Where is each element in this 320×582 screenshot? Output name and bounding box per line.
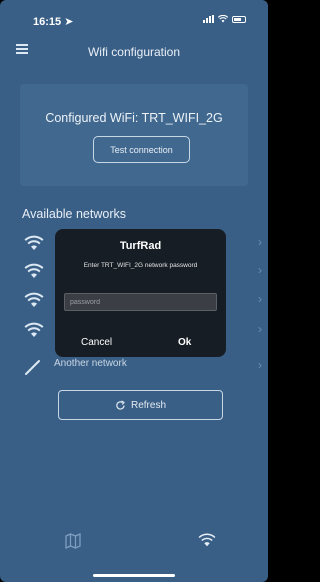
test-connection-button[interactable]: Test connection — [93, 136, 190, 163]
another-network-label: Another network — [54, 358, 127, 369]
header: Wifi configuration — [0, 40, 268, 62]
another-network-row[interactable]: Another network › — [0, 358, 268, 388]
home-indicator — [93, 574, 175, 577]
location-arrow-icon: ➤ — [64, 16, 74, 28]
wifi-status-icon — [218, 15, 228, 23]
configured-wifi-text: Configured WiFi: TRT_WIFI_2G — [45, 111, 223, 125]
ok-button[interactable]: Ok — [178, 337, 191, 348]
chevron-right-icon: › — [258, 358, 262, 372]
bottom-nav — [0, 528, 268, 558]
status-bar: 16:15 ➤ — [0, 0, 268, 34]
cancel-button[interactable]: Cancel — [81, 337, 112, 348]
chevron-right-icon: › — [258, 235, 262, 249]
chevron-right-icon: › — [258, 292, 262, 306]
wifi-nav-icon[interactable] — [198, 532, 216, 548]
configured-wifi-card: Configured WiFi: TRT_WIFI_2G — [20, 84, 248, 186]
chevron-right-icon: › — [258, 322, 262, 336]
signal-icon — [203, 15, 214, 23]
available-networks-title: Available networks — [22, 207, 126, 221]
chevron-right-icon: › — [258, 263, 262, 277]
dialog-title: TurfRad — [119, 240, 162, 252]
page-title: Wifi configuration — [87, 45, 181, 59]
dialog-message: Enter TRT_WIFI_2G network password — [83, 262, 198, 269]
wifi-icon — [24, 263, 44, 278]
wifi-icon — [24, 322, 44, 337]
status-time: 16:15 ➤ — [33, 15, 73, 28]
battery-icon — [232, 15, 246, 23]
phone-screen: 16:15 ➤ Wifi configuration Configured Wi… — [0, 0, 268, 582]
wifi-icon — [24, 235, 44, 250]
map-icon[interactable] — [64, 532, 82, 550]
refresh-button[interactable]: Refresh — [58, 390, 223, 420]
wifi-icon — [24, 292, 44, 307]
refresh-label: Refresh — [130, 399, 166, 411]
status-icons — [203, 15, 246, 23]
status-time-label: 16:15 — [33, 16, 62, 28]
refresh-icon — [116, 400, 125, 410]
password-dialog: TurfRad Enter TRT_WIFI_2G network passwo… — [55, 229, 226, 357]
password-input[interactable] — [64, 293, 217, 311]
pen-icon — [25, 360, 40, 375]
